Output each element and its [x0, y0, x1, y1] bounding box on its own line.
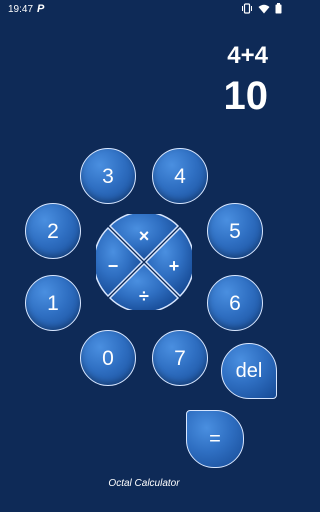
- app-notification-icon: P: [37, 3, 45, 15]
- digit-2-label: 2: [47, 219, 59, 243]
- status-icons: [241, 3, 282, 14]
- digit-4-label: 4: [174, 164, 186, 188]
- subtract-button[interactable]: −: [103, 256, 123, 276]
- digit-3-button[interactable]: 3: [80, 148, 136, 204]
- digit-6-button[interactable]: 6: [207, 275, 263, 331]
- wifi-icon: [258, 4, 270, 14]
- digit-0-label: 0: [102, 346, 114, 370]
- digit-4-button[interactable]: 4: [152, 148, 208, 204]
- add-button[interactable]: +: [164, 256, 184, 276]
- status-time: 19:47: [8, 4, 34, 15]
- operator-wheel: × + − ÷: [96, 214, 192, 310]
- digit-0-button[interactable]: 0: [80, 330, 136, 386]
- digit-3-label: 3: [102, 164, 114, 188]
- digit-5-label: 5: [229, 219, 241, 243]
- digit-6-label: 6: [229, 291, 241, 315]
- multiply-button[interactable]: ×: [134, 226, 154, 246]
- battery-icon: [275, 3, 282, 14]
- digit-5-button[interactable]: 5: [207, 203, 263, 259]
- digit-7-label: 7: [174, 346, 186, 370]
- divide-button[interactable]: ÷: [134, 286, 154, 306]
- digit-1-button[interactable]: 1: [25, 275, 81, 331]
- digit-2-button[interactable]: 2: [25, 203, 81, 259]
- digit-1-label: 1: [47, 291, 59, 315]
- equals-label: =: [209, 427, 221, 450]
- result-display: 10: [223, 74, 269, 118]
- status-bar: 19:47 P: [0, 0, 288, 20]
- expression-display: 4+4: [227, 42, 268, 69]
- vibrate-icon: [241, 3, 253, 14]
- equals-button[interactable]: =: [186, 410, 244, 468]
- app-title: Octal Calculator: [108, 478, 180, 489]
- delete-button[interactable]: del: [221, 343, 277, 399]
- delete-label: del: [235, 359, 263, 382]
- digit-7-button[interactable]: 7: [152, 330, 208, 386]
